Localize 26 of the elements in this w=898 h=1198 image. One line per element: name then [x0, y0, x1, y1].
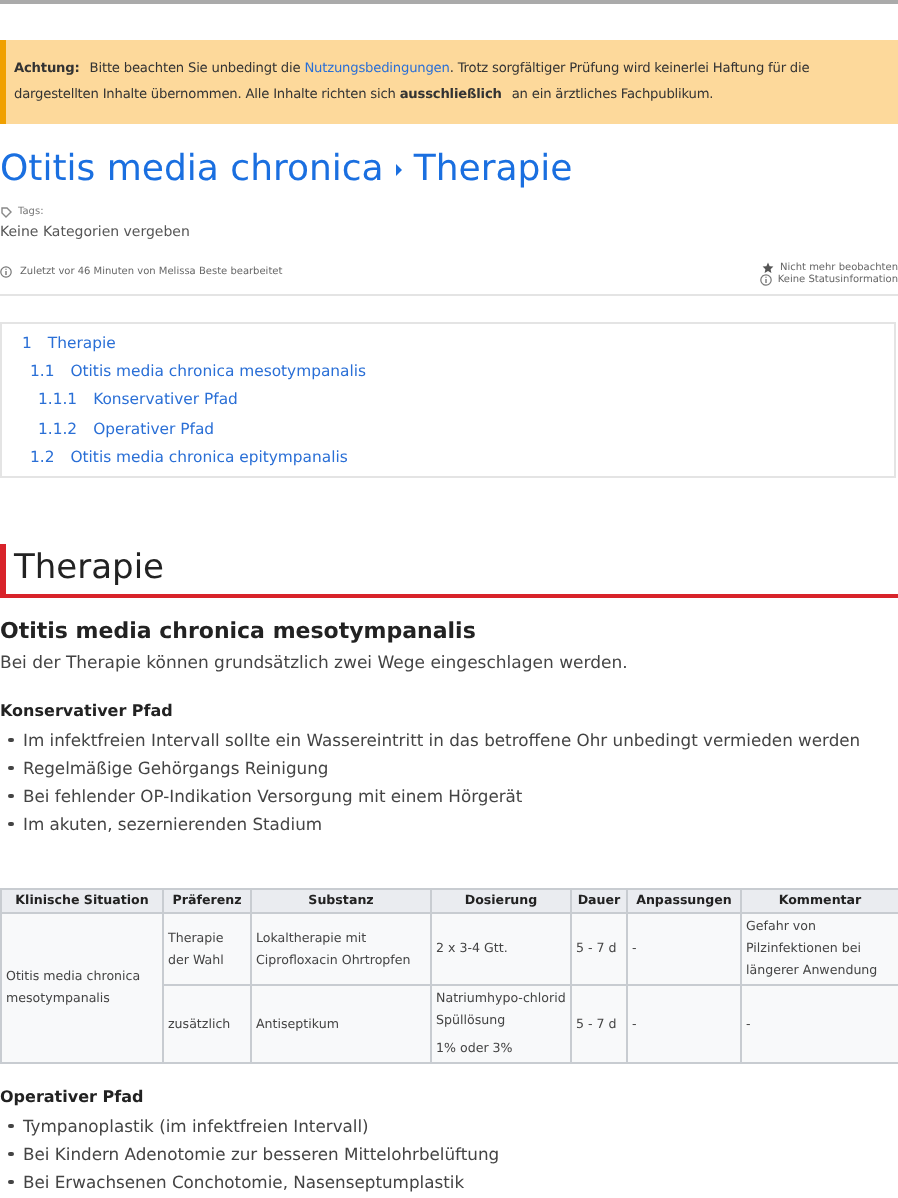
path-heading: Konservativer Pfad	[0, 702, 175, 721]
bullet-icon	[8, 1123, 13, 1129]
page-title[interactable]: Otitis media chronica	[0, 148, 384, 190]
info-icon	[0, 266, 12, 278]
intro-text: Bei der Therapie können grundsätzlich zwei Wege eingeschlagen werden.	[0, 654, 630, 675]
bullet-icon	[8, 737, 13, 743]
bullet-icon	[8, 765, 13, 771]
list-item: Im infektfreien Intervall sollte ein Wassereintritt in das betroffene Ohr unbedingt vermieden werden	[23, 728, 861, 755]
bullet-icon	[8, 821, 13, 827]
subsection-heading: Otitis media chronica mesotympanalis	[0, 618, 478, 645]
list-item: Tympanoplastik (im infektfreien Intervall)	[23, 1114, 369, 1141]
list-item: Bei fehlender OP-Indikation Versorgung mit einem Hörgerät	[23, 784, 523, 811]
list-item: Im akuten, sezernierenden Stadium	[23, 812, 323, 839]
bullet-icon	[8, 1151, 13, 1157]
bullet-icon	[8, 793, 13, 799]
bullet-icon	[8, 1179, 13, 1185]
list-item: Bei Erwachsenen Conchotomie, Nasenseptumplastik	[23, 1170, 465, 1197]
tag-icon	[0, 206, 12, 218]
path-heading: Operativer Pfad	[0, 1088, 146, 1107]
breadcrumb-separator-icon	[395, 163, 402, 175]
section-heading: Therapie	[0, 544, 898, 599]
list-item: Regelmäßige Gehörgangs Reinigung	[23, 756, 329, 783]
info-icon	[759, 274, 772, 286]
star-icon	[761, 262, 774, 274]
page-title[interactable]: Therapie	[413, 148, 573, 190]
list-item: Bei Kindern Adenotomie zur besseren Mittelohrbelüftung	[23, 1142, 500, 1169]
